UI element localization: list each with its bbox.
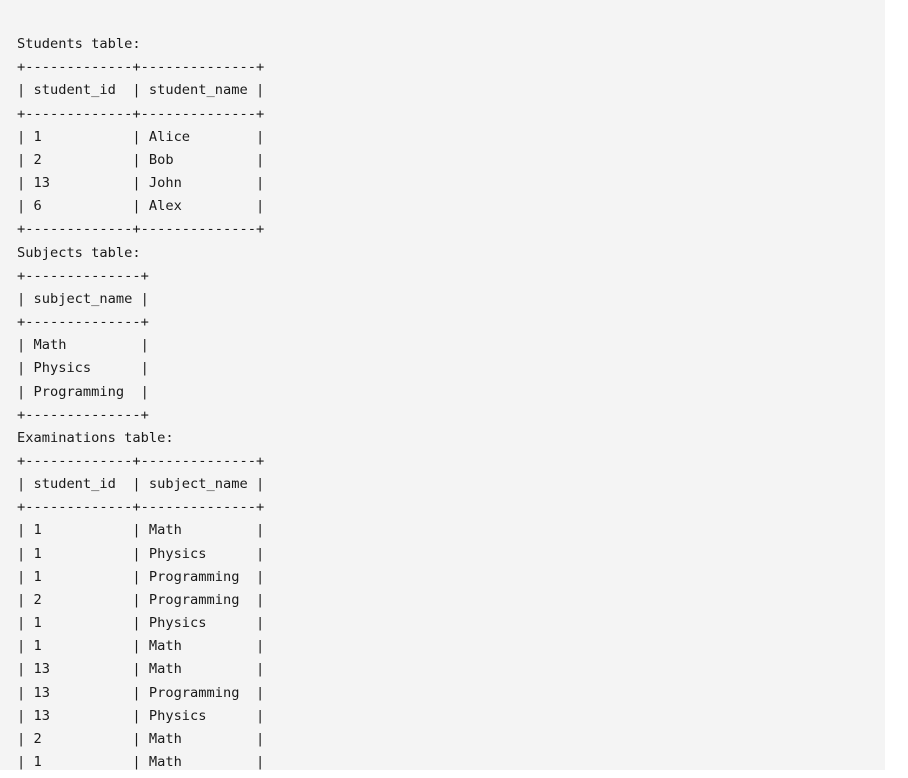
table-row: | 1 | Math | [17,638,265,655]
students-top-border: +-------------+--------------+ [17,59,265,76]
table-row: | 13 | Physics | [17,707,265,724]
table-row: | 6 | Alex | [17,198,265,215]
table-row: | 2 | Programming | [17,591,265,608]
table-row: | 2 | Math | [17,730,265,747]
table-row: | Physics | [17,360,149,377]
subjects-top-border: +--------------+ [17,267,149,284]
console-output-panel: Students table: +-------------+----------… [0,0,885,770]
subjects-table-caption: Subjects table: [17,244,141,261]
students-header-row: | student_id | student_name | [17,82,265,99]
table-row: | 13 | Programming | [17,684,265,701]
table-row: | 1 | Physics | [17,615,265,632]
examinations-table-block: Examinations table: +-------------+------… [17,427,885,770]
subjects-header-row: | subject_name | [17,290,149,307]
examinations-table-caption: Examinations table: [17,429,174,446]
students-header-separator: +-------------+--------------+ [17,105,265,122]
examinations-top-border: +-------------+--------------+ [17,452,265,469]
table-row: | Programming | [17,383,149,400]
table-row: | 13 | Math | [17,661,265,678]
table-row: | 2 | Bob | [17,151,265,168]
subjects-bottom-border: +--------------+ [17,406,149,423]
table-row: | 1 | Alice | [17,128,265,145]
students-bottom-border: +-------------+--------------+ [17,221,265,238]
examinations-header-row: | student_id | subject_name | [17,476,265,493]
students-table-caption: Students table: [17,36,141,53]
subjects-table-block: Subjects table: +--------------+ | subject… [17,242,885,427]
console-text-output: Students table: +-------------+----------… [17,10,885,770]
table-row: | 1 | Math | [17,522,265,539]
table-row: | Math | [17,337,149,354]
subjects-header-separator: +--------------+ [17,314,149,331]
table-row: | 1 | Math | [17,754,265,770]
table-row: | 13 | John | [17,175,265,192]
students-table-block: Students table: +-------------+----------… [17,33,885,241]
examinations-header-separator: +-------------+--------------+ [17,499,265,516]
table-row: | 1 | Physics | [17,545,265,562]
table-row: | 1 | Programming | [17,568,265,585]
